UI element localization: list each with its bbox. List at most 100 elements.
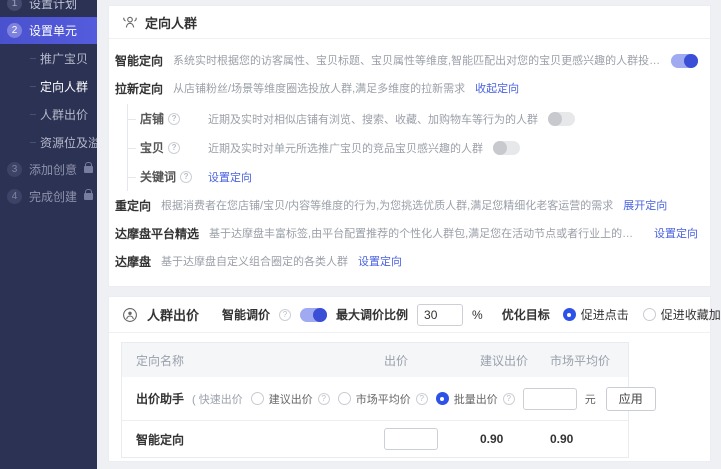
item-targeting-row: 宝贝 近期及实时对单元所选推广宝贝的竞品宝贝感兴趣的人群	[128, 133, 698, 162]
targeting-card-header: 定向人群	[109, 6, 710, 39]
radio-icon	[643, 308, 656, 321]
dmp-desc: 基于达摩盘自定义组合圈定的各类人群	[161, 253, 348, 271]
lock-icon	[84, 166, 93, 173]
max-adjust-ratio-input[interactable]	[417, 304, 463, 326]
item-targeting-label-group: 宝贝	[140, 139, 198, 156]
percent-sign: %	[472, 308, 483, 322]
smart-targeting-bid-input[interactable]	[384, 428, 438, 450]
dmp-featured-set-link[interactable]: 设置定向	[654, 225, 698, 243]
sidebar-item-label: 定向人群	[40, 78, 88, 95]
crowd-icon	[122, 14, 138, 30]
dmp-featured-label: 达摩盘平台精选	[115, 225, 199, 243]
objective-promote-collect-cart[interactable]: 促进收藏加购	[643, 306, 721, 323]
shop-targeting-label-group: 店铺	[140, 110, 198, 127]
smart-targeting-row: 智能定向 系统实时根据您的访客属性、宝贝标题、宝贝属性等维度,智能匹配出对您的宝…	[114, 47, 698, 75]
col-market-average: 市场平均价	[550, 352, 628, 369]
apply-button[interactable]: 应用	[606, 387, 656, 411]
bid-card-header: 人群出价 智能调价 最大调价比例 % 优化目标 促进点击 促进收藏加购	[109, 297, 710, 333]
col-suggested-bid: 建议出价	[480, 352, 550, 369]
row-targeting-name: 智能定向	[122, 431, 384, 448]
sidebar-step-1-setup-plan[interactable]: 1 设置计划	[0, 0, 97, 17]
smart-targeting-label: 智能定向	[115, 52, 163, 70]
max-adjust-ratio-label: 最大调价比例	[336, 306, 408, 323]
option-label: 批量出价	[454, 391, 498, 407]
new-customer-sub-options: 店铺 近期及实时对相似店铺有浏览、搜索、收藏、加购物车等行为的人群 宝贝 近期及…	[127, 104, 698, 191]
help-icon[interactable]	[279, 309, 291, 321]
ad-campaign-setup-screen: 1 设置计划 2 设置单元 推广宝贝 定向人群 人群出价 资源位及溢价 3 添加…	[0, 0, 721, 469]
objective-promote-click[interactable]: 促进点击	[563, 306, 629, 323]
item-targeting-toggle[interactable]	[493, 141, 520, 155]
toggle-knob	[493, 141, 507, 155]
sidebar-item-label: 人群出价	[40, 106, 88, 123]
option-label: 市场平均价	[356, 391, 411, 407]
option-label: 建议出价	[269, 391, 313, 407]
help-icon[interactable]	[168, 113, 180, 125]
lock-icon	[84, 193, 93, 200]
help-icon[interactable]	[318, 393, 330, 405]
shop-targeting-desc: 近期及实时对相似店铺有浏览、搜索、收藏、加购物车等行为的人群	[208, 111, 538, 127]
optimize-objective-label: 优化目标	[502, 306, 550, 323]
keyword-targeting-label: 关键词	[140, 168, 176, 185]
help-icon[interactable]	[416, 393, 428, 405]
dmp-label: 达摩盘	[115, 253, 151, 271]
sidebar-item-label: 推广宝贝	[40, 50, 88, 67]
new-customer-targeting-row: 拉新定向 从店铺粉丝/场景等维度圈选投放人群,满足多维度的拉新需求 收起定向	[114, 75, 698, 103]
keyword-targeting-label-group: 关键词	[140, 168, 198, 185]
step-4-number-badge: 4	[7, 189, 22, 204]
sidebar-item-placement-premium[interactable]: 资源位及溢价	[0, 128, 97, 156]
step-1-label: 设置计划	[29, 0, 77, 12]
dmp-featured-row: 达摩盘平台精选 基于达摩盘丰富标签,由平台配置推荐的个性化人群包,满足您在活动节…	[114, 220, 698, 248]
bid-card-title: 人群出价	[147, 305, 199, 324]
smart-adjust-label: 智能调价	[222, 306, 270, 323]
sidebar-item-label: 资源位及溢价	[40, 134, 97, 151]
sidebar-item-promote-items[interactable]: 推广宝贝	[0, 44, 97, 72]
sidebar-item-audience-targeting[interactable]: 定向人群	[0, 72, 97, 100]
market-average-value: 0.90	[550, 432, 628, 446]
objective-label: 促进收藏加购	[661, 306, 721, 323]
col-targeting-name: 定向名称	[122, 352, 384, 369]
shop-targeting-toggle[interactable]	[548, 112, 575, 126]
objective-options: 促进点击 促进收藏加购 促进成交	[563, 306, 721, 323]
help-icon[interactable]	[503, 393, 515, 405]
help-icon[interactable]	[180, 171, 192, 183]
objective-label: 促进点击	[581, 306, 629, 323]
radio-selected-icon	[563, 308, 576, 321]
help-icon[interactable]	[168, 142, 180, 154]
dmp-set-link[interactable]: 设置定向	[358, 253, 402, 271]
expand-targeting-link[interactable]: 展开定向	[623, 197, 667, 215]
quick-bid-option-suggested[interactable]: 建议出价	[251, 391, 330, 407]
radio-selected-icon	[436, 392, 449, 405]
sidebar-item-audience-bid[interactable]: 人群出价	[0, 100, 97, 128]
quick-bid-option-market[interactable]: 市场平均价	[338, 391, 428, 407]
toggle-knob	[313, 308, 327, 322]
step-4-label: 完成创建	[29, 188, 77, 205]
bid-table-header: 定向名称 出价 建议出价 市场平均价	[122, 343, 628, 377]
main-content: 定向人群 智能定向 系统实时根据您的访客属性、宝贝标题、宝贝属性等维度,智能匹配…	[97, 0, 721, 469]
col-bid: 出价	[384, 352, 480, 369]
new-customer-targeting-desc: 从店铺粉丝/场景等维度圈选投放人群,满足多维度的拉新需求	[173, 80, 465, 98]
bid-table: 定向名称 出价 建议出价 市场平均价 出价助手 ( 快速出价 建议出价	[121, 342, 629, 458]
sidebar-step-2-setup-unit[interactable]: 2 设置单元	[0, 17, 97, 44]
bid-card: 人群出价 智能调价 最大调价比例 % 优化目标 促进点击 促进收藏加购	[108, 296, 711, 462]
toggle-knob	[548, 112, 562, 126]
smart-targeting-toggle[interactable]	[671, 54, 698, 68]
new-customer-targeting-label: 拉新定向	[115, 80, 163, 98]
targeting-card-title: 定向人群	[145, 13, 197, 32]
keyword-set-targeting-link[interactable]: 设置定向	[208, 169, 252, 185]
yuan-unit: 元	[585, 391, 596, 407]
step-2-number-badge: 2	[7, 23, 22, 38]
bid-assistant-row: 出价助手 ( 快速出价 建议出价 市场平均价 批量出价	[122, 377, 628, 421]
batch-bid-input[interactable]	[523, 388, 577, 410]
step-sidebar: 1 设置计划 2 设置单元 推广宝贝 定向人群 人群出价 资源位及溢价 3 添加…	[0, 0, 97, 469]
step-3-label: 添加创意	[29, 161, 77, 178]
smart-adjust-toggle[interactable]	[300, 308, 327, 322]
sidebar-step-4-finish-create: 4 完成创建	[0, 183, 97, 210]
smart-targeting-bid-row: 智能定向 0.90 0.90	[122, 421, 628, 457]
quick-bid-option-batch[interactable]: 批量出价	[436, 391, 515, 407]
person-circle-icon	[122, 307, 138, 323]
bid-assistant-label: 出价助手	[136, 390, 184, 407]
keyword-targeting-row: 关键词 设置定向	[128, 162, 698, 191]
collapse-targeting-link[interactable]: 收起定向	[475, 80, 519, 98]
toggle-knob	[684, 54, 698, 68]
retargeting-row: 重定向 根据消费者在您店铺/宝贝/内容等维度的行为,为您挑选优质人群,满足您精细…	[114, 192, 698, 220]
